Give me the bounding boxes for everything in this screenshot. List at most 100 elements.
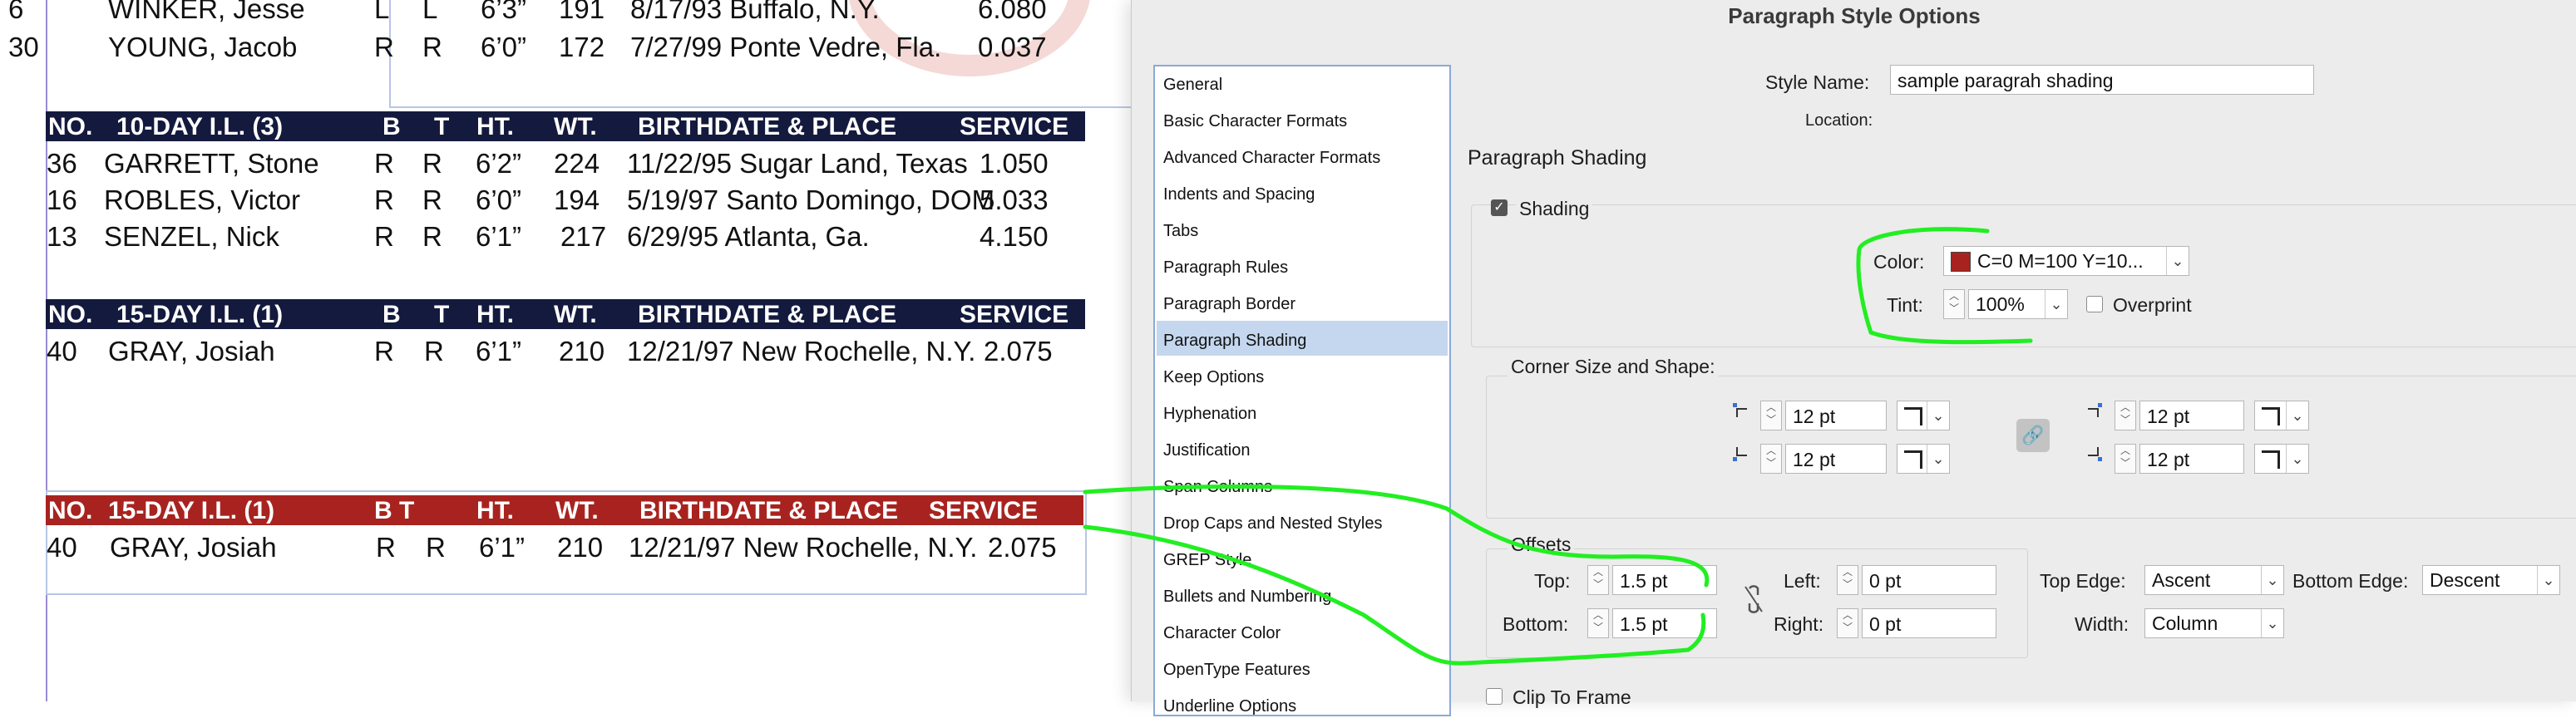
style-name-input[interactable]: sample paragrah shading [1890,65,2314,95]
cell-no: 30 [8,32,39,62]
header-bats: B [382,301,401,328]
category-grep-style[interactable]: GREP Style [1163,543,1251,577]
category-list[interactable]: General Basic Character Formats Advanced… [1153,65,1451,716]
category-advanced-character-formats[interactable]: Advanced Character Formats [1163,141,1380,175]
header-weight: WT. [555,497,599,524]
cell-weight: 172 [559,32,605,62]
width-value: Column [2152,612,2218,634]
offset-bottom-stepper[interactable]: ︿ ﹀ [1587,608,1609,638]
width-dropdown[interactable]: Column ⌄ [2144,608,2284,638]
link-offsets-icon[interactable] [1742,585,1765,613]
category-tabs[interactable]: Tabs [1163,214,1198,248]
category-opentype-features[interactable]: OpenType Features [1163,653,1310,686]
category-paragraph-shading[interactable]: Paragraph Shading [1163,324,1306,357]
header-no: NO. [48,301,93,328]
table-row: 13 SENZEL, Nick R R 6’1” 217 6/29/95 Atl… [0,218,1147,254]
chevron-down-icon: ⌄ [2261,566,2283,594]
category-indents-and-spacing[interactable]: Indents and Spacing [1163,178,1315,211]
shading-checkbox[interactable]: ✓ [1491,199,1508,216]
category-bullets-and-numbering[interactable]: Bullets and Numbering [1163,580,1331,613]
cell-height: 6’1” [476,336,522,366]
table-row: 36 GARRETT, Stone R R 6’2” 224 11/22/95 … [0,145,1147,181]
corner-tr-stepper[interactable]: ︿ ﹀ [2115,401,2136,430]
offset-left-stepper[interactable]: ︿ ﹀ [1837,565,1858,595]
shading-group [1471,204,2576,347]
offset-right-input[interactable]: 0 pt [1862,608,1996,638]
offset-top-input[interactable]: 1.5 pt [1612,565,1717,595]
corner-bl-input[interactable]: 12 pt [1785,444,1887,474]
header-height: HT. [476,113,514,140]
category-drop-caps-and-nested-styles[interactable]: Drop Caps and Nested Styles [1163,507,1382,540]
cell-throws: R [424,336,444,366]
category-general[interactable]: General [1163,68,1222,101]
corner-top-right-icon [2088,403,2102,417]
category-paragraph-border[interactable]: Paragraph Border [1163,288,1295,321]
corner-shape-icon [2262,407,2280,425]
corner-tr-shape-dropdown[interactable]: ⌄ [2254,401,2309,430]
offset-top-stepper[interactable]: ︿ ﹀ [1587,565,1609,595]
link-corners-icon[interactable]: 🔗 [2016,419,2050,452]
table-row: 40 GRAY, Josiah R R 6’1” 210 12/21/97 Ne… [0,332,1147,369]
location-label: Location: [1805,111,1873,130]
section-header-sample-shaded[interactable]: NO. 15-DAY I.L. (1) B T HT. WT. BIRTHDAT… [46,495,1083,525]
bottom-edge-dropdown[interactable]: Descent ⌄ [2422,565,2560,595]
tint-label: Tint: [1887,294,1923,316]
offset-left-input[interactable]: 0 pt [1862,565,1996,595]
cell-throws: R [422,32,442,62]
header-weight: WT. [554,301,597,328]
offset-right-stepper[interactable]: ︿ ﹀ [1837,608,1858,638]
cell-weight: 217 [560,221,607,252]
category-hyphenation[interactable]: Hyphenation [1163,397,1256,430]
chevron-down-icon: ⌄ [2166,247,2189,275]
bottom-edge-value: Descent [2430,569,2500,591]
header-service: SERVICE [960,301,1069,328]
cell-no: 6 [8,0,24,24]
clip-to-frame-checkbox[interactable] [1486,688,1503,705]
overprint-checkbox[interactable] [2086,296,2103,312]
cell-bats: R [374,336,394,366]
top-edge-dropdown[interactable]: Ascent ⌄ [2144,565,2284,595]
corner-br-input[interactable]: 12 pt [2139,444,2244,474]
chevron-down-icon: ⌄ [1927,445,1949,473]
tint-dropdown[interactable]: 100% ⌄ [1968,289,2068,319]
header-service: SERVICE [929,497,1039,524]
category-keep-options[interactable]: Keep Options [1163,361,1264,394]
cell-height: 6’0” [481,32,527,62]
cell-service: 0.037 [978,32,1047,62]
cell-service: 4.150 [980,221,1049,252]
cell-name: GRAY, Josiah [110,532,277,563]
category-basic-character-formats[interactable]: Basic Character Formats [1163,105,1347,138]
tint-stepper[interactable]: ︿ ﹀ [1943,289,1965,319]
category-character-color[interactable]: Character Color [1163,617,1281,650]
header-height: HT. [476,301,514,328]
chevron-down-icon: ⌄ [2261,609,2283,637]
category-underline-options[interactable]: Underline Options [1163,690,1296,723]
cell-no: 13 [47,221,77,252]
overprint-label: Overprint [2113,294,2192,316]
corner-tl-stepper[interactable]: ︿ ﹀ [1760,401,1782,430]
document-page: 6 WINKER, Jesse L L 6’3” 191 8/17/93 Buf… [0,0,1147,701]
cell-no: 16 [47,184,77,215]
corner-br-shape-dropdown[interactable]: ⌄ [2254,444,2309,474]
corner-br-stepper[interactable]: ︿ ﹀ [2115,444,2136,474]
corner-bl-stepper[interactable]: ︿ ﹀ [1760,444,1782,474]
category-justification[interactable]: Justification [1163,434,1251,467]
corner-tr-input[interactable]: 12 pt [2139,401,2244,430]
corner-tl-input[interactable]: 12 pt [1785,401,1887,430]
color-dropdown[interactable]: C=0 M=100 Y=10... ⌄ [1943,246,2189,276]
corner-tl-shape-dropdown[interactable]: ⌄ [1897,401,1950,430]
cell-no: 40 [47,336,77,366]
cell-birth: 8/17/93 Buffalo, N.Y. [630,0,880,24]
corner-bl-shape-dropdown[interactable]: ⌄ [1897,444,1950,474]
header-no: NO. [48,497,93,524]
cell-birth: 5/19/97 Santo Domingo, DOM [627,184,995,215]
chevron-down-icon: ⌄ [2045,290,2067,318]
category-span-columns[interactable]: Span Columns [1163,470,1272,504]
offset-right-label: Right: [1774,613,1824,635]
color-label: Color: [1873,251,1925,273]
top-edge-label: Top Edge: [2040,570,2126,592]
offset-bottom-input[interactable]: 1.5 pt [1612,608,1717,638]
paragraph-style-options-dialog: Paragraph Style Options General Basic Ch… [1131,0,2576,716]
cell-bats: R [374,184,394,215]
category-paragraph-rules[interactable]: Paragraph Rules [1163,251,1288,284]
